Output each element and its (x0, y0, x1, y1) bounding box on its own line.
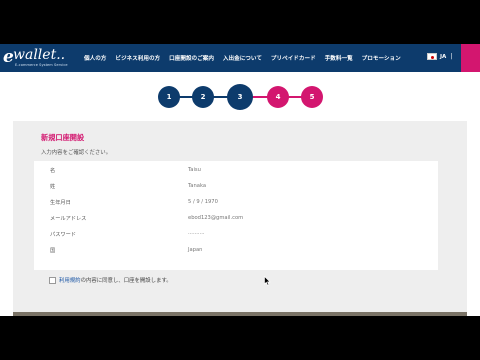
instruction-text: 入力内容をご確認ください。 (41, 150, 112, 156)
field-row-last-name: 姓 Tanaka (34, 179, 438, 195)
language-separator: | (450, 53, 453, 60)
logo-wordmark: wallet.. (13, 47, 66, 63)
nav-item-fees[interactable]: 手数料一覧 (325, 54, 353, 62)
page-title: 新規口座開設 (41, 133, 85, 142)
field-value: ·········· (188, 231, 205, 237)
header-action-button[interactable] (461, 44, 480, 72)
field-row-password: パスワード ·········· (34, 227, 438, 243)
field-value: Taisu (188, 167, 201, 173)
field-value: 5 / 9 / 1970 (188, 199, 218, 205)
nav-item-prepaid-card[interactable]: プリペイドカード (271, 54, 316, 62)
nav-item-business[interactable]: ビジネス利用の方 (115, 54, 160, 62)
browser-viewport: e wallet.. E-commerce System Service 個人の… (0, 44, 480, 316)
ewallet-logo[interactable]: e wallet.. E-commerce System Service (3, 46, 77, 70)
field-value: Japan (188, 247, 203, 253)
terms-agreement: 利用規約 の内容に同意し、口座を開設します。 (49, 276, 172, 284)
field-row-country: 国 Japan (34, 243, 438, 259)
field-value: Tanaka (188, 183, 207, 189)
field-label: メールアドレス (50, 216, 87, 222)
nav-item-promotion[interactable]: プロモーション (362, 54, 401, 62)
field-value: ebod123@gmail.com (188, 215, 244, 221)
nav-item-account-opening[interactable]: 口座開設のご案内 (169, 54, 214, 62)
step-3-current: 3 (227, 84, 253, 110)
logo-tagline: E-commerce System Service (15, 63, 68, 67)
step-1: 1 (158, 86, 180, 108)
footer-strip (13, 312, 467, 316)
field-row-email: メールアドレス ebod123@gmail.com (34, 211, 438, 227)
progress-steps: 1 2 3 4 5 (157, 84, 323, 110)
language-selector[interactable]: JA | (427, 53, 452, 60)
field-label: 生年月日 (50, 200, 71, 206)
main-nav: 個人の方 ビジネス利用の方 口座開設のご案内 入出金について プリペイドカード … (84, 44, 410, 72)
terms-link[interactable]: 利用規約 (59, 276, 81, 284)
step-2: 2 (192, 86, 214, 108)
agree-checkbox[interactable] (49, 276, 56, 284)
confirmation-card: 名 Taisu 姓 Tanaka 生年月日 5 / 9 / 1970 メールアド… (34, 161, 438, 270)
agree-text: の内容に同意し、口座を開設します。 (80, 278, 172, 284)
field-label: 姓 (50, 184, 56, 190)
confirm-panel: 新規口座開設 入力内容をご確認ください。 名 Taisu 姓 Tanaka 生年… (13, 121, 467, 316)
nav-item-deposit-withdrawal[interactable]: 入出金について (223, 54, 262, 62)
field-row-birthdate: 生年月日 5 / 9 / 1970 (34, 195, 438, 211)
japan-flag-icon (427, 53, 437, 60)
step-5: 5 (301, 86, 323, 108)
field-row-first-name: 名 Taisu (34, 163, 438, 179)
site-header: e wallet.. E-commerce System Service 個人の… (0, 44, 480, 72)
step-4: 4 (267, 86, 289, 108)
field-label: 名 (50, 168, 56, 174)
language-code: JA (440, 53, 447, 60)
nav-item-personal[interactable]: 個人の方 (84, 54, 106, 62)
mouse-pointer-icon (264, 276, 271, 286)
field-label: パスワード (50, 232, 76, 238)
field-label: 国 (50, 248, 56, 254)
